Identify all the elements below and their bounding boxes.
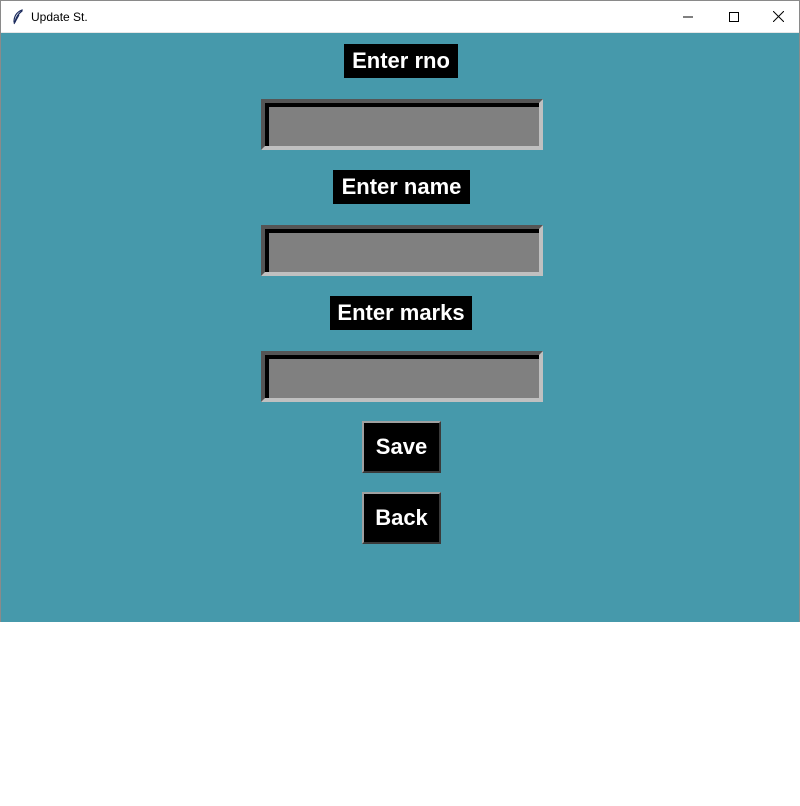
maximize-button[interactable]: [711, 1, 757, 32]
maximize-icon: [729, 11, 739, 22]
minimize-icon: [683, 12, 693, 22]
rno-label: Enter rno: [344, 44, 458, 78]
name-label: Enter name: [333, 170, 470, 204]
save-button[interactable]: Save: [362, 421, 441, 473]
close-icon: [772, 11, 784, 22]
feather-icon: [11, 9, 25, 25]
window-title: Update St.: [31, 10, 88, 24]
marks-field-frame: [261, 351, 543, 402]
marks-label: Enter marks: [330, 296, 472, 330]
rno-input[interactable]: [271, 109, 527, 139]
minimize-button[interactable]: [665, 1, 711, 32]
form-area: Enter rno Enter name Enter marks Save Ba…: [1, 33, 799, 623]
rno-field-frame: [261, 99, 543, 150]
name-input[interactable]: [271, 235, 527, 265]
close-button[interactable]: [755, 1, 800, 32]
app-window: Update St. Enter rno Enter name Enter ma…: [0, 0, 800, 622]
title-bar[interactable]: Update St.: [1, 1, 799, 33]
back-button[interactable]: Back: [362, 492, 441, 544]
name-field-frame: [261, 225, 543, 276]
marks-input[interactable]: [271, 361, 527, 391]
